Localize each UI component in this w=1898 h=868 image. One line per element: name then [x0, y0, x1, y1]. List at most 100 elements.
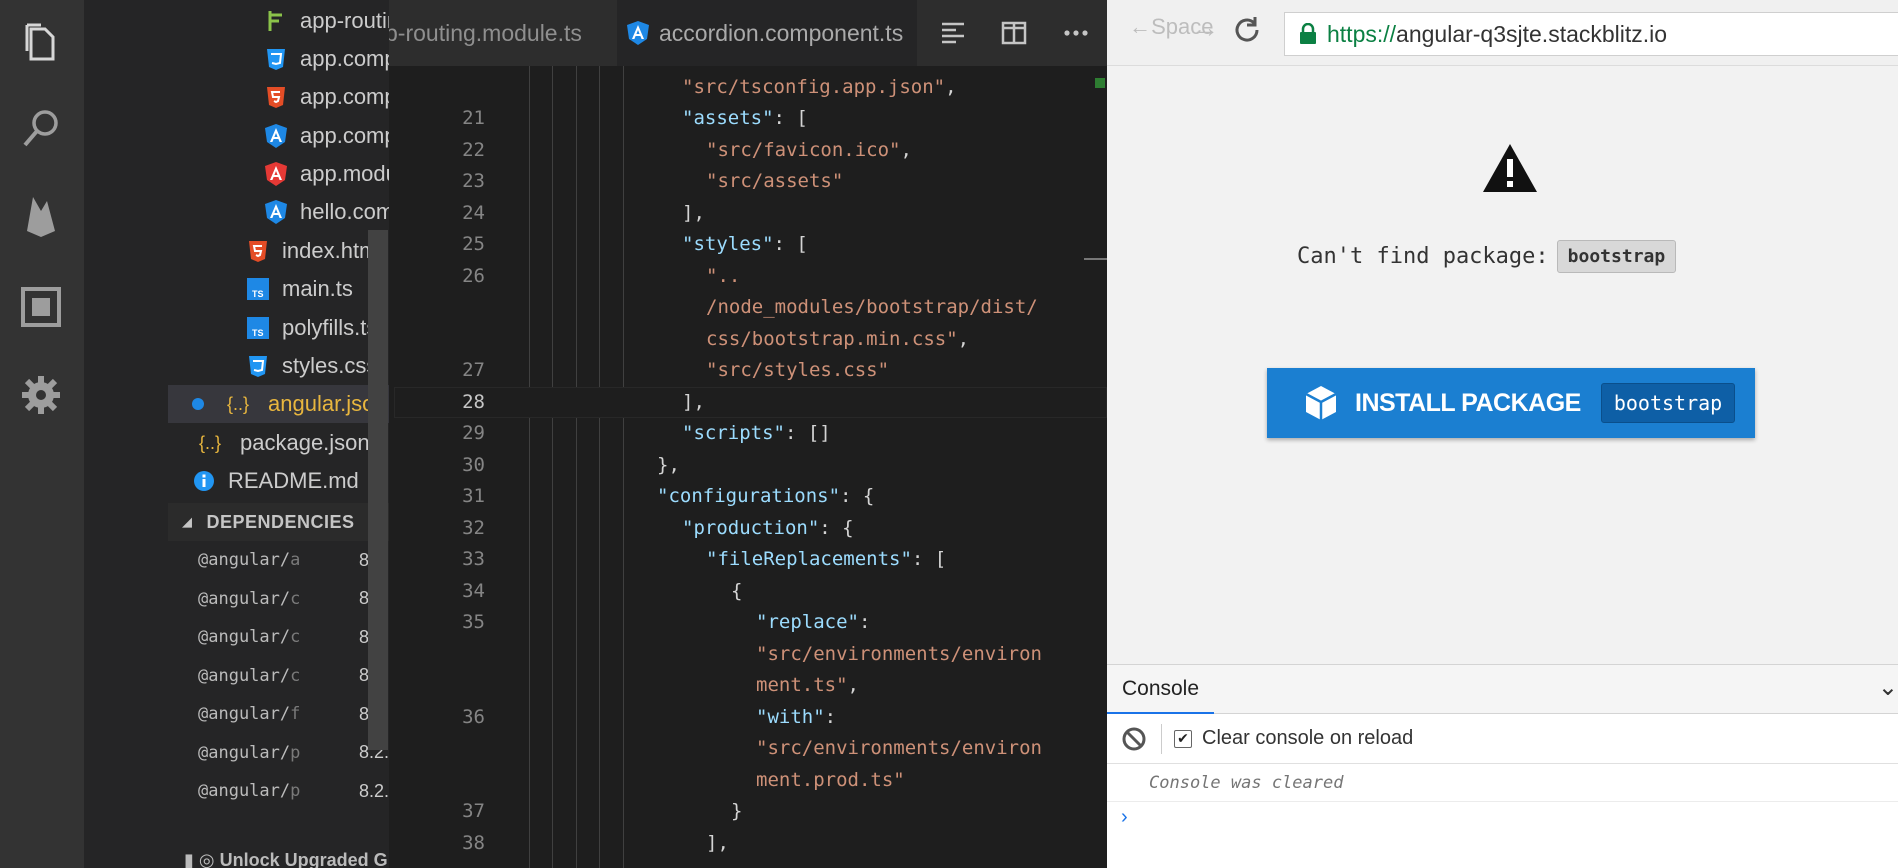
- routing-icon: [264, 9, 288, 33]
- dependency-name-rest: p: [290, 742, 301, 763]
- url-field[interactable]: https://angular-q3sjte.stackblitz.io: [1284, 12, 1898, 56]
- code-line[interactable]: "src/tsconfig.app.json",: [682, 76, 957, 98]
- prompt-chevron-icon: ›: [1121, 806, 1128, 828]
- file-tree-item[interactable]: app.component: [264, 117, 389, 155]
- code-line[interactable]: /node_modules/bootstrap/dist/: [706, 296, 1038, 318]
- file-tree-item[interactable]: app.module.ts: [264, 155, 389, 193]
- code-line[interactable]: }: [731, 800, 742, 822]
- file-tree-item[interactable]: app.component: [264, 40, 389, 78]
- modified-dot-icon: [192, 398, 204, 410]
- line-number: 37: [462, 800, 485, 822]
- address-bar: ← Space → https://angular-q3sjte.stackbl…: [1107, 0, 1898, 66]
- code-line[interactable]: },: [657, 454, 680, 476]
- typescript-icon: TS: [246, 277, 270, 301]
- file-explorer: app-routing.mc app.component app.component…: [84, 0, 389, 868]
- info-icon: [192, 469, 216, 493]
- code-line[interactable]: {: [731, 580, 742, 602]
- code-line[interactable]: "src/assets": [706, 170, 843, 192]
- dependencies-header[interactable]: ◢ DEPENDENCIES: [168, 503, 389, 541]
- console-prompt[interactable]: ›: [1107, 802, 1898, 868]
- error-message: Can't find package: bootstrap: [1297, 240, 1727, 273]
- file-tree-item[interactable]: index.html: [246, 232, 382, 270]
- dependency-name-rest: c: [290, 627, 301, 647]
- dependencies-heading: DEPENDENCIES: [206, 511, 355, 532]
- file-name: README.md: [228, 468, 359, 493]
- file-tree-item[interactable]: TS main.ts: [246, 270, 353, 308]
- line-number: 23: [462, 170, 485, 192]
- code-line[interactable]: "fileReplacements": [: [706, 548, 946, 570]
- code-line[interactable]: "with":: [756, 706, 836, 728]
- code-line[interactable]: "..: [706, 265, 740, 287]
- angular-icon: [627, 21, 649, 45]
- install-package-button[interactable]: INSTALL PACKAGE bootstrap: [1267, 368, 1755, 438]
- file-tree-item[interactable]: TS polyfills.ts: [246, 309, 377, 347]
- code-line[interactable]: "src/environments/environ: [756, 643, 1042, 665]
- format-icon[interactable]: [939, 19, 967, 47]
- unlock-upgrades-footer[interactable]: ▮ ◎ Unlock Upgraded G: [184, 850, 388, 868]
- file-tree-item[interactable]: app.component: [264, 78, 389, 116]
- json-icon: {..}: [226, 393, 250, 414]
- file-tree-item[interactable]: hello.componer: [264, 193, 389, 231]
- file-name: app.module.ts: [300, 161, 389, 186]
- file-tree-item[interactable]: styles.css: [246, 347, 377, 385]
- tab-console[interactable]: Console: [1107, 665, 1214, 715]
- code-line[interactable]: ment.ts",: [756, 674, 859, 696]
- collapse-triangle-icon: ◢: [182, 514, 193, 529]
- line-number: 22: [462, 139, 485, 161]
- code-line[interactable]: "styles": [: [682, 233, 808, 255]
- file-tree-item[interactable]: {..} package.json: [192, 424, 370, 462]
- firebase-icon[interactable]: [16, 190, 66, 240]
- chevron-down-icon[interactable]: ⌄: [1878, 673, 1898, 702]
- line-number: 24: [462, 202, 485, 224]
- code-line[interactable]: "src/styles.css": [706, 359, 889, 381]
- code-line[interactable]: css/bootstrap.min.css",: [706, 328, 969, 350]
- dependency-item[interactable]: @angular/c8.2.3: [198, 619, 389, 655]
- file-tree-item[interactable]: README.md: [192, 462, 359, 500]
- tab-routing-module[interactable]: p-routing.module.ts: [389, 0, 617, 66]
- refresh-icon[interactable]: [1231, 14, 1263, 50]
- code-line[interactable]: ment.prod.ts": [756, 769, 905, 791]
- files-icon[interactable]: [16, 18, 66, 68]
- code-line[interactable]: "configurations": {: [657, 485, 874, 507]
- dependency-item[interactable]: @angular/c8.2.3: [198, 581, 389, 617]
- file-tree-item[interactable]: app-routing.mc: [264, 2, 389, 40]
- angular-icon: [264, 200, 288, 224]
- extensions-icon[interactable]: [16, 282, 66, 332]
- file-name: app.component: [300, 84, 389, 109]
- activity-bar: [0, 0, 84, 868]
- dependency-item[interactable]: @angular/a8.2.3: [198, 542, 389, 578]
- file-name: main.ts: [282, 276, 353, 301]
- console-header: Console ⌄: [1107, 664, 1898, 715]
- angular-icon: [264, 162, 288, 186]
- dependency-name: @angular/: [198, 627, 291, 647]
- file-tree-item[interactable]: {..} angular.json: [168, 385, 389, 423]
- dependency-name: @angular/: [198, 588, 291, 609]
- code-line[interactable]: "src/favicon.ico",: [706, 139, 912, 161]
- forward-arrow-icon[interactable]: →: [1191, 12, 1219, 44]
- code-line[interactable]: "assets": [: [682, 107, 808, 129]
- dependency-item[interactable]: @angular/p8.2.3: [198, 773, 389, 809]
- line-number: 36: [462, 706, 485, 728]
- search-icon[interactable]: [16, 104, 66, 154]
- code-line[interactable]: ],: [706, 832, 729, 854]
- code-line[interactable]: "scripts": []: [682, 422, 831, 444]
- dependency-item[interactable]: @angular/c8.2.3: [198, 658, 389, 694]
- split-editor-icon[interactable]: [1000, 19, 1028, 47]
- code-line[interactable]: ],: [682, 202, 705, 224]
- tab-accordion-component[interactable]: accordion.component.ts: [617, 0, 917, 66]
- code-line[interactable]: ],: [682, 391, 705, 413]
- gear-icon[interactable]: [16, 370, 66, 420]
- svg-text:TS: TS: [252, 328, 264, 338]
- tree-scrollbar[interactable]: [368, 230, 388, 750]
- code-line[interactable]: "replace":: [756, 611, 870, 633]
- dependency-item[interactable]: @angular/p8.2.3: [198, 735, 389, 771]
- clear-console-icon[interactable]: [1121, 726, 1147, 752]
- code-editor: p-routing.module.ts accordion.component.…: [389, 0, 1107, 868]
- console-cleared-message: Console was cleared: [1107, 764, 1898, 802]
- code-line[interactable]: "src/environments/environ: [756, 737, 1042, 759]
- dependency-item[interactable]: @angular/f8.2.3: [198, 696, 389, 732]
- clear-on-reload-checkbox[interactable]: ✔: [1174, 729, 1192, 748]
- more-actions-icon[interactable]: [1062, 19, 1090, 47]
- code-line[interactable]: "production": {: [682, 517, 854, 539]
- dependency-name: @angular/: [198, 704, 291, 724]
